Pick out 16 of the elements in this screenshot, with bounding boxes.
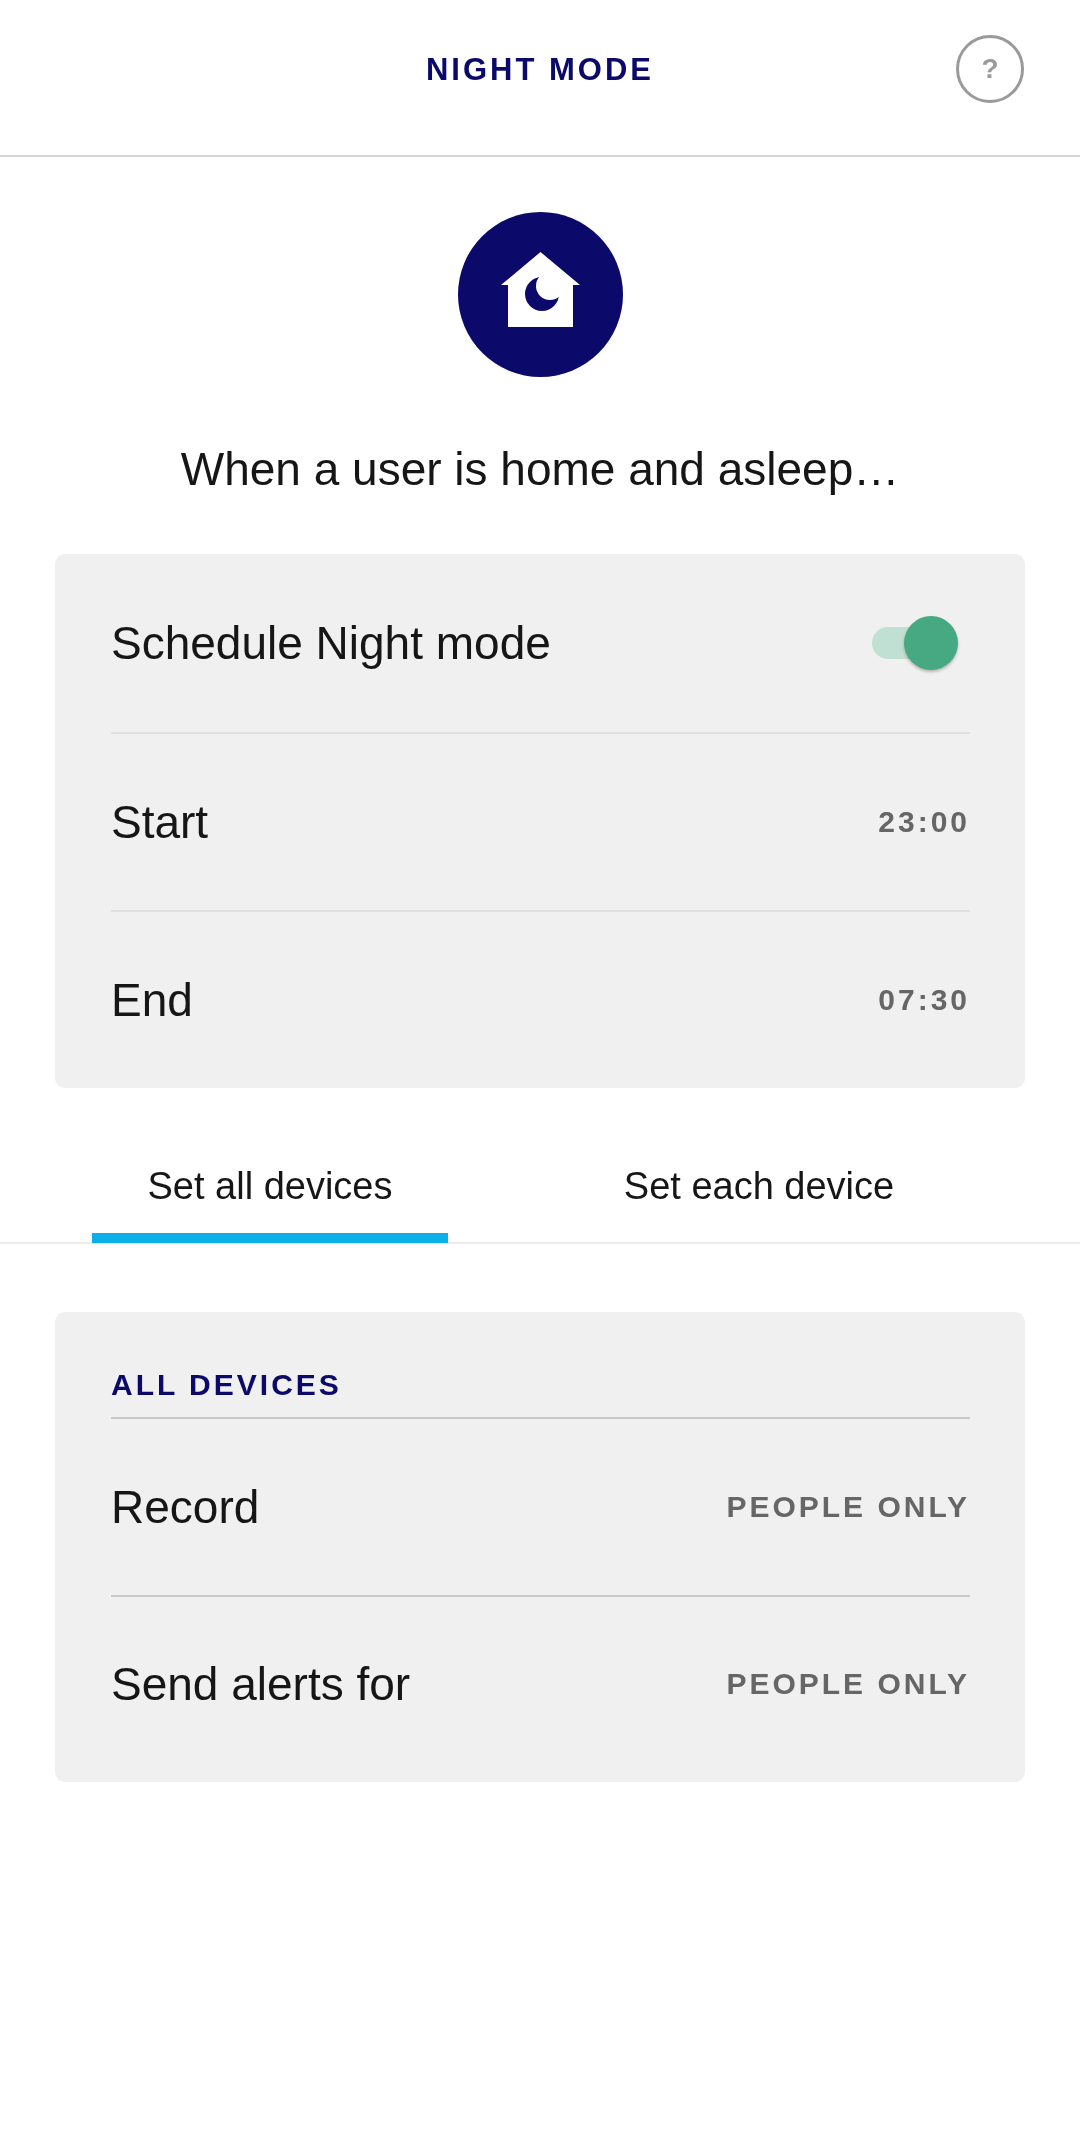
toggle-switch[interactable] — [872, 615, 960, 671]
setting-value: PEOPLE ONLY — [726, 1489, 970, 1525]
setting-label: Schedule Night mode — [111, 616, 551, 671]
time-value: 23:00 — [878, 804, 970, 840]
section-heading: ALL DEVICES — [111, 1367, 342, 1403]
setting-label: Start — [111, 795, 209, 850]
intro-text: When a user is home and asleep… — [180, 442, 900, 497]
header-title: NIGHT MODE — [425, 50, 655, 89]
setting-label: End — [111, 973, 193, 1028]
time-value: 07:30 — [878, 982, 970, 1018]
tab[interactable]: Set all devices — [92, 1143, 448, 1243]
tab[interactable]: Set each device — [581, 1143, 937, 1243]
house-moon-icon — [457, 212, 623, 377]
setting-label: Record — [111, 1480, 260, 1535]
setting-value: PEOPLE ONLY — [726, 1666, 970, 1702]
setting-label: Send alerts for — [111, 1657, 411, 1712]
